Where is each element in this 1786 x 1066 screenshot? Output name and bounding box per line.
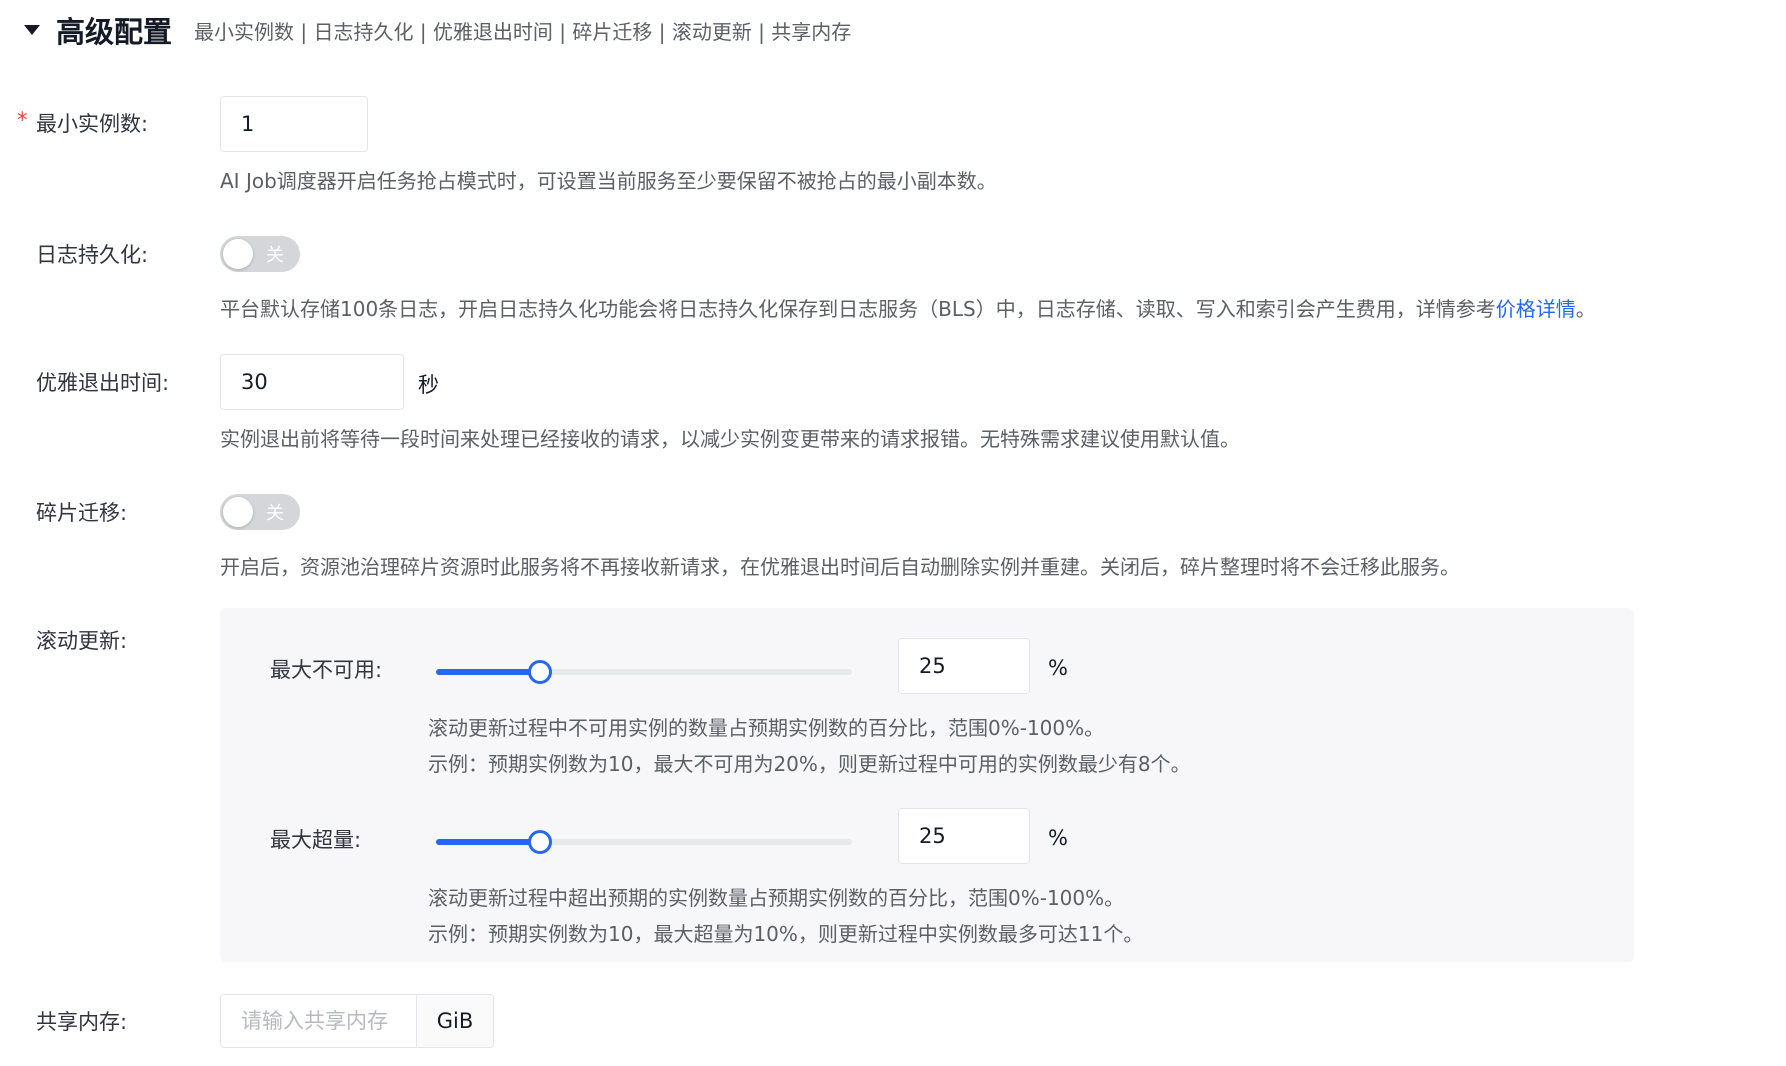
max-surge-label: 最大超量: <box>270 828 362 852</box>
min-instances-help: AI Job调度器开启任务抢占模式时，可设置当前服务至少要保留不被抢占的最小副本… <box>220 169 997 193</box>
rolling-update-label: 滚动更新: <box>36 629 128 653</box>
max-surge-slider[interactable] <box>436 830 852 854</box>
section-header: 高级配置 最小实例数 | 日志持久化 | 优雅退出时间 | 碎片迁移 | 滚动更… <box>24 10 851 50</box>
log-persist-help: 平台默认存储100条日志，开启日志持久化功能会将日志持久化保存到日志服务（BLS… <box>220 293 1596 322</box>
max-unavailable-help-2: 示例：预期实例数为10，最大不可用为20%，则更新过程中可用的实例数最少有8个。 <box>428 752 1191 776</box>
min-instances-input[interactable]: 1 <box>220 96 368 152</box>
max-unavailable-label: 最大不可用: <box>270 658 383 682</box>
fragment-migration-label: 碎片迁移: <box>36 501 128 525</box>
log-persist-label: 日志持久化: <box>36 243 149 267</box>
shared-memory-input[interactable] <box>221 995 417 1047</box>
graceful-exit-help: 实例退出前将等待一段时间来处理已经接收的请求，以减少实例变更带来的请求报错。无特… <box>220 427 1240 451</box>
fragment-migration-help: 开启后，资源池治理碎片资源时此服务将不再接收新请求，在优雅退出时间后自动删除实例… <box>220 555 1460 579</box>
min-instances-label: 最小实例数: <box>36 112 149 136</box>
graceful-exit-unit: 秒 <box>418 373 439 397</box>
shared-memory-group: GiB <box>220 994 494 1048</box>
price-details-link[interactable]: 价格详情 <box>1496 297 1576 321</box>
graceful-exit-label: 优雅退出时间: <box>36 371 170 395</box>
required-mark: * <box>17 108 28 132</box>
switch-knob <box>223 497 253 527</box>
caret-down-icon[interactable] <box>24 25 40 35</box>
max-unavailable-slider[interactable] <box>436 660 852 684</box>
max-surge-help-2: 示例：预期实例数为10，最大超量为10%，则更新过程中实例数最多可达11个。 <box>428 922 1144 946</box>
rolling-update-panel: 最大不可用: 25 % 滚动更新过程中不可用实例的数量占预期实例数的百分比，范围… <box>220 608 1634 962</box>
log-persist-switch[interactable]: 关 <box>220 236 300 272</box>
slider-handle[interactable] <box>528 660 552 684</box>
shared-memory-unit: GiB <box>417 995 493 1047</box>
shared-memory-label: 共享内存: <box>36 1010 128 1034</box>
log-persist-help-suffix: 。 <box>1575 297 1596 321</box>
switch-off-text: 关 <box>266 503 284 524</box>
max-surge-help-1: 滚动更新过程中超出预期的实例数量占预期实例数的百分比，范围0%-100%。 <box>428 886 1125 910</box>
switch-off-text: 关 <box>266 245 284 266</box>
slider-track <box>436 669 540 675</box>
max-surge-unit: % <box>1048 826 1068 850</box>
log-persist-help-text: 平台默认存储100条日志，开启日志持久化功能会将日志持久化保存到日志服务（BLS… <box>220 297 1496 321</box>
slider-track <box>436 839 540 845</box>
section-title: 高级配置 <box>56 15 173 49</box>
max-unavailable-input[interactable]: 25 <box>898 638 1030 694</box>
max-unavailable-help-1: 滚动更新过程中不可用实例的数量占预期实例数的百分比，范围0%-100%。 <box>428 716 1105 740</box>
max-unavailable-unit: % <box>1048 656 1068 680</box>
slider-handle[interactable] <box>528 830 552 854</box>
section-summary: 最小实例数 | 日志持久化 | 优雅退出时间 | 碎片迁移 | 滚动更新 | 共… <box>194 19 852 44</box>
max-surge-input[interactable]: 25 <box>898 808 1030 864</box>
switch-knob <box>223 239 253 269</box>
graceful-exit-input[interactable]: 30 <box>220 354 404 410</box>
fragment-migration-switch[interactable]: 关 <box>220 494 300 530</box>
